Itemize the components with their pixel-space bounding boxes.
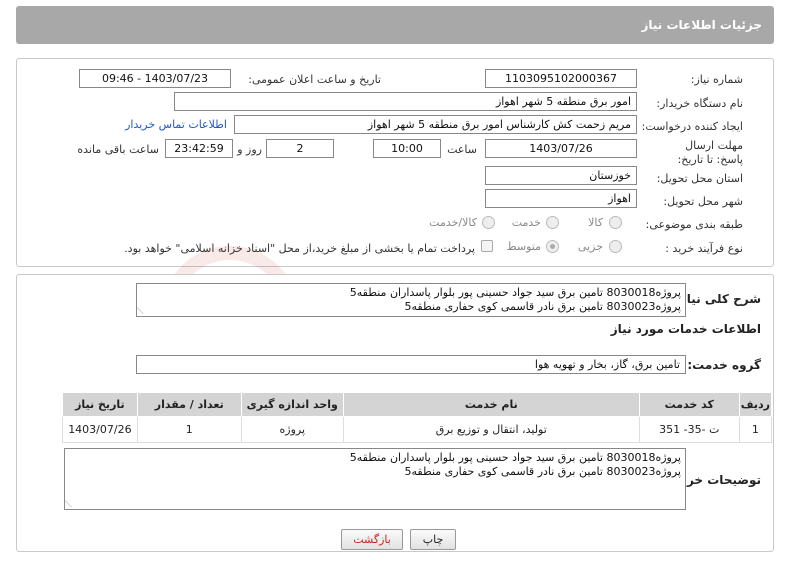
buyer-contact-link[interactable]: اطلاعات تماس خریدار <box>125 118 227 131</box>
back-button[interactable]: بازگشت <box>341 529 403 550</box>
remaining-label: ساعت باقی مانده <box>77 143 159 156</box>
col-qty: تعداد / مقدار <box>136 392 242 417</box>
treasury-note: پرداخت تمام یا بخشی از مبلغ خرید،از محل … <box>124 242 475 255</box>
province-label: استان محل تحویل: <box>656 172 743 185</box>
deadline-label: مهلت ارسال پاسخ: تا تاریخ: <box>677 139 743 166</box>
remaining-time-field: 23:42:59 <box>165 139 233 158</box>
summary-textarea[interactable]: پروژه8030018 تامین برق سید جواد حسینی پو… <box>136 283 686 317</box>
page-title: جزئیات اطلاعات نیاز <box>641 18 762 32</box>
col-unit: واحد اندازه گیری <box>240 392 344 417</box>
cell-name: تولید، انتقال و توزیع برق <box>342 416 640 443</box>
notes-line: پروژه8030018 تامین برق سید جواد حسینی پو… <box>349 451 681 464</box>
process-label: نوع فرآیند خرید : <box>665 242 743 255</box>
deadline-date-field[interactable]: 1403/07/26 <box>485 139 637 158</box>
days-field[interactable]: 2 <box>266 139 334 158</box>
buyer-org-label: نام دستگاه خریدار: <box>656 97 743 110</box>
summary-line: پروژه8030023 تامین برق نادر قاسمی کوی حف… <box>404 300 681 313</box>
cell-date: 1403/07/26 <box>62 416 138 443</box>
service-group-label: گروه خدمت: <box>687 358 761 372</box>
announce-field[interactable]: 1403/07/23 - 09:46 <box>79 69 231 88</box>
col-date: تاریخ نیاز <box>62 392 138 417</box>
need-number-label: شماره نیاز: <box>690 73 743 86</box>
category-both-label: کالا/خدمت <box>429 216 477 229</box>
service-group-field[interactable]: تامین برق، گاز، بخار و تهویه هوا <box>136 355 686 374</box>
services-table: ردیف کد خدمت نام خدمت واحد اندازه گیری ت… <box>62 392 773 443</box>
cell-unit: پروژه <box>240 416 344 443</box>
province-field[interactable]: خوزستان <box>485 166 637 185</box>
category-goods-label: کالا <box>588 216 603 229</box>
days-label: روز و <box>237 143 262 156</box>
need-number-field[interactable]: 1103095102000367 <box>485 69 637 88</box>
process-minor-label: جزیی <box>577 240 603 253</box>
city-field[interactable]: اهواز <box>485 189 637 208</box>
summary-line: پروژه8030018 تامین برق سید جواد حسینی پو… <box>349 286 681 299</box>
table-header-row: ردیف کد خدمت نام خدمت واحد اندازه گیری ت… <box>62 392 773 417</box>
buyer-notes-textarea[interactable]: پروژه8030018 تامین برق سید جواد حسینی پو… <box>64 448 686 510</box>
creator-label: ایجاد کننده درخواست: <box>641 120 743 133</box>
table-row[interactable]: 1 ت -35- 351 تولید، انتقال و توزیع برق پ… <box>62 416 773 443</box>
category-service-label: خدمت <box>511 216 541 229</box>
col-name: نام خدمت <box>342 392 640 417</box>
summary-label: شرح کلی نیاز: <box>675 292 761 306</box>
category-label: طبقه بندی موضوعی: <box>645 218 743 231</box>
page-header: جزئیات اطلاعات نیاز <box>16 6 774 44</box>
deadline-time-label: ساعت <box>447 143 477 156</box>
col-code: کد خدمت <box>638 392 740 417</box>
services-section-title: اطلاعات خدمات مورد نیاز <box>610 322 761 336</box>
announce-label: تاریخ و ساعت اعلان عمومی: <box>248 73 381 86</box>
category-service-radio[interactable] <box>546 216 559 229</box>
print-button[interactable]: چاپ <box>410 529 456 550</box>
category-both-radio[interactable] <box>482 216 495 229</box>
buyer-org-field[interactable]: امور برق منطقه 5 شهر اهواز <box>174 92 637 111</box>
process-minor-radio[interactable] <box>609 240 622 253</box>
deadline-time-field[interactable]: 10:00 <box>373 139 441 158</box>
resize-grip[interactable] <box>65 499 79 507</box>
cell-code: ت -35- 351 <box>638 416 740 443</box>
category-goods-radio[interactable] <box>609 216 622 229</box>
process-medium-radio[interactable] <box>546 240 559 253</box>
col-row: ردیف <box>738 392 773 417</box>
cell-row: 1 <box>738 416 773 443</box>
creator-field[interactable]: مریم زحمت کش کارشناس امور برق منطقه 5 شه… <box>234 115 637 134</box>
process-medium-label: متوسط <box>506 240 541 253</box>
notes-line: پروژه8030023 تامین برق نادر قاسمی کوی حف… <box>404 465 681 478</box>
treasury-checkbox[interactable] <box>481 240 493 252</box>
cell-qty: 1 <box>136 416 242 443</box>
city-label: شهر محل تحویل: <box>663 195 743 208</box>
